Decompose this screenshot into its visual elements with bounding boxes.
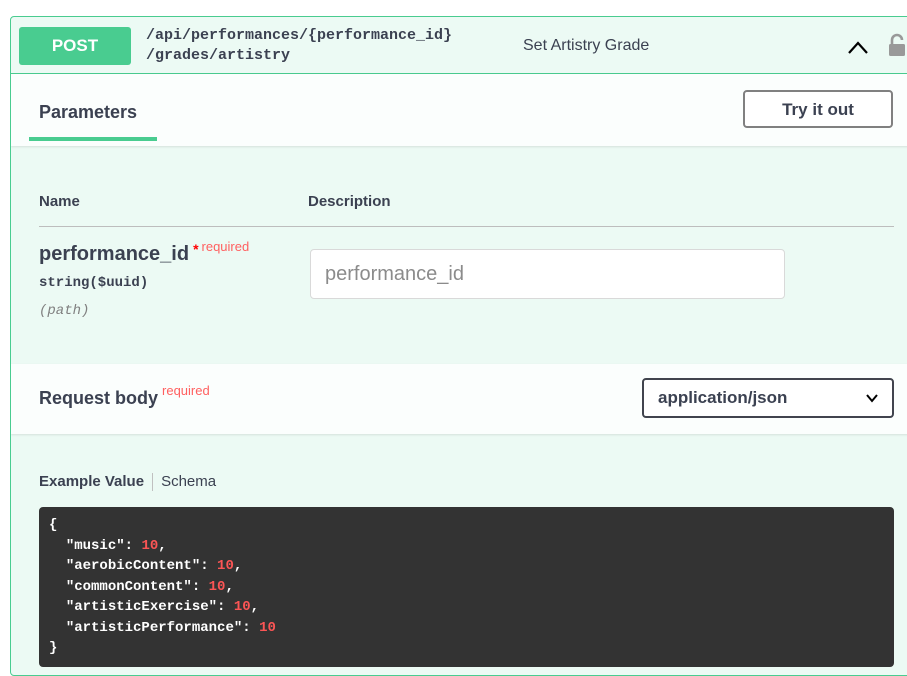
tab-schema[interactable]: Schema <box>161 473 216 490</box>
code-value: 10 <box>233 599 251 615</box>
code-key: "commonContent" <box>65 578 192 595</box>
code-trail: , <box>225 578 234 595</box>
parameters-header: Parameters Try it out <box>11 74 907 146</box>
chevron-down-icon <box>866 394 878 403</box>
chevron-up-icon[interactable] <box>847 39 869 55</box>
endpoint-path: /api/performances/{performance_id} /grad… <box>146 26 452 66</box>
code-line: "artisticPerformance": 10 <box>65 619 276 636</box>
operation-summary[interactable]: POST /api/performances/{performance_id} … <box>11 17 907 74</box>
code-line: "aerobicContent": 10, <box>65 558 243 574</box>
column-divider <box>39 226 894 227</box>
operation-block: POST /api/performances/{performance_id} … <box>10 16 907 676</box>
example-code-block[interactable]: { "music": 10, "aerobicContent": 10, "co… <box>39 507 894 667</box>
code-key: "music" <box>65 537 125 554</box>
code-line: "commonContent": 10, <box>65 578 234 595</box>
endpoint-path-line1: /api/performances/{performance_id} <box>146 27 453 44</box>
required-label: required <box>201 239 250 254</box>
required-star: * <box>193 241 199 257</box>
code-line-close: } <box>49 640 58 656</box>
example-tabs: Example Value Schema <box>39 473 216 492</box>
tab-separator <box>152 473 154 492</box>
unlock-icon[interactable] <box>887 33 907 57</box>
content-type-select[interactable]: application/json <box>642 378 894 418</box>
operation-summary-text: Set Artistry Grade <box>523 37 650 54</box>
code-value: 10 <box>217 558 234 574</box>
code-value: 10 <box>208 578 226 595</box>
param-name: performance_id * required <box>39 239 249 266</box>
code-trail: , <box>158 537 167 554</box>
code-value: 10 <box>259 619 276 636</box>
tab-active-indicator <box>29 137 157 141</box>
endpoint-path-line2: /grades/artistry <box>146 47 291 64</box>
tab-example-value[interactable]: Example Value <box>39 473 144 490</box>
column-header-name: Name <box>39 193 80 210</box>
request-body-title-text: Request body <box>39 388 159 408</box>
param-type: string($uuid) <box>39 275 149 291</box>
request-body-title: Request body required <box>39 383 210 409</box>
param-location: (path) <box>39 303 90 319</box>
code-key: "artisticPerformance" <box>65 619 243 636</box>
code-key: "aerobicContent" <box>65 558 201 574</box>
code-trail: , <box>233 558 243 574</box>
column-header-description: Description <box>308 193 391 210</box>
code-line: "artisticExercise": 10, <box>65 599 260 615</box>
param-name-text: performance_id <box>39 243 190 265</box>
content-type-value: application/json <box>658 388 788 407</box>
request-body-header: Request body required application/json <box>11 364 907 434</box>
code-line: "music": 10, <box>65 537 167 554</box>
performance-id-input[interactable] <box>310 249 785 299</box>
method-badge: POST <box>19 27 131 65</box>
request-body-required-label: required <box>162 383 210 398</box>
try-it-out-button[interactable]: Try it out <box>743 90 893 128</box>
code-value: 10 <box>141 537 159 554</box>
tab-parameters[interactable]: Parameters <box>39 102 137 123</box>
code-line-open: { <box>49 517 58 533</box>
code-trail: , <box>250 599 260 615</box>
code-key: "artisticExercise" <box>65 599 218 615</box>
